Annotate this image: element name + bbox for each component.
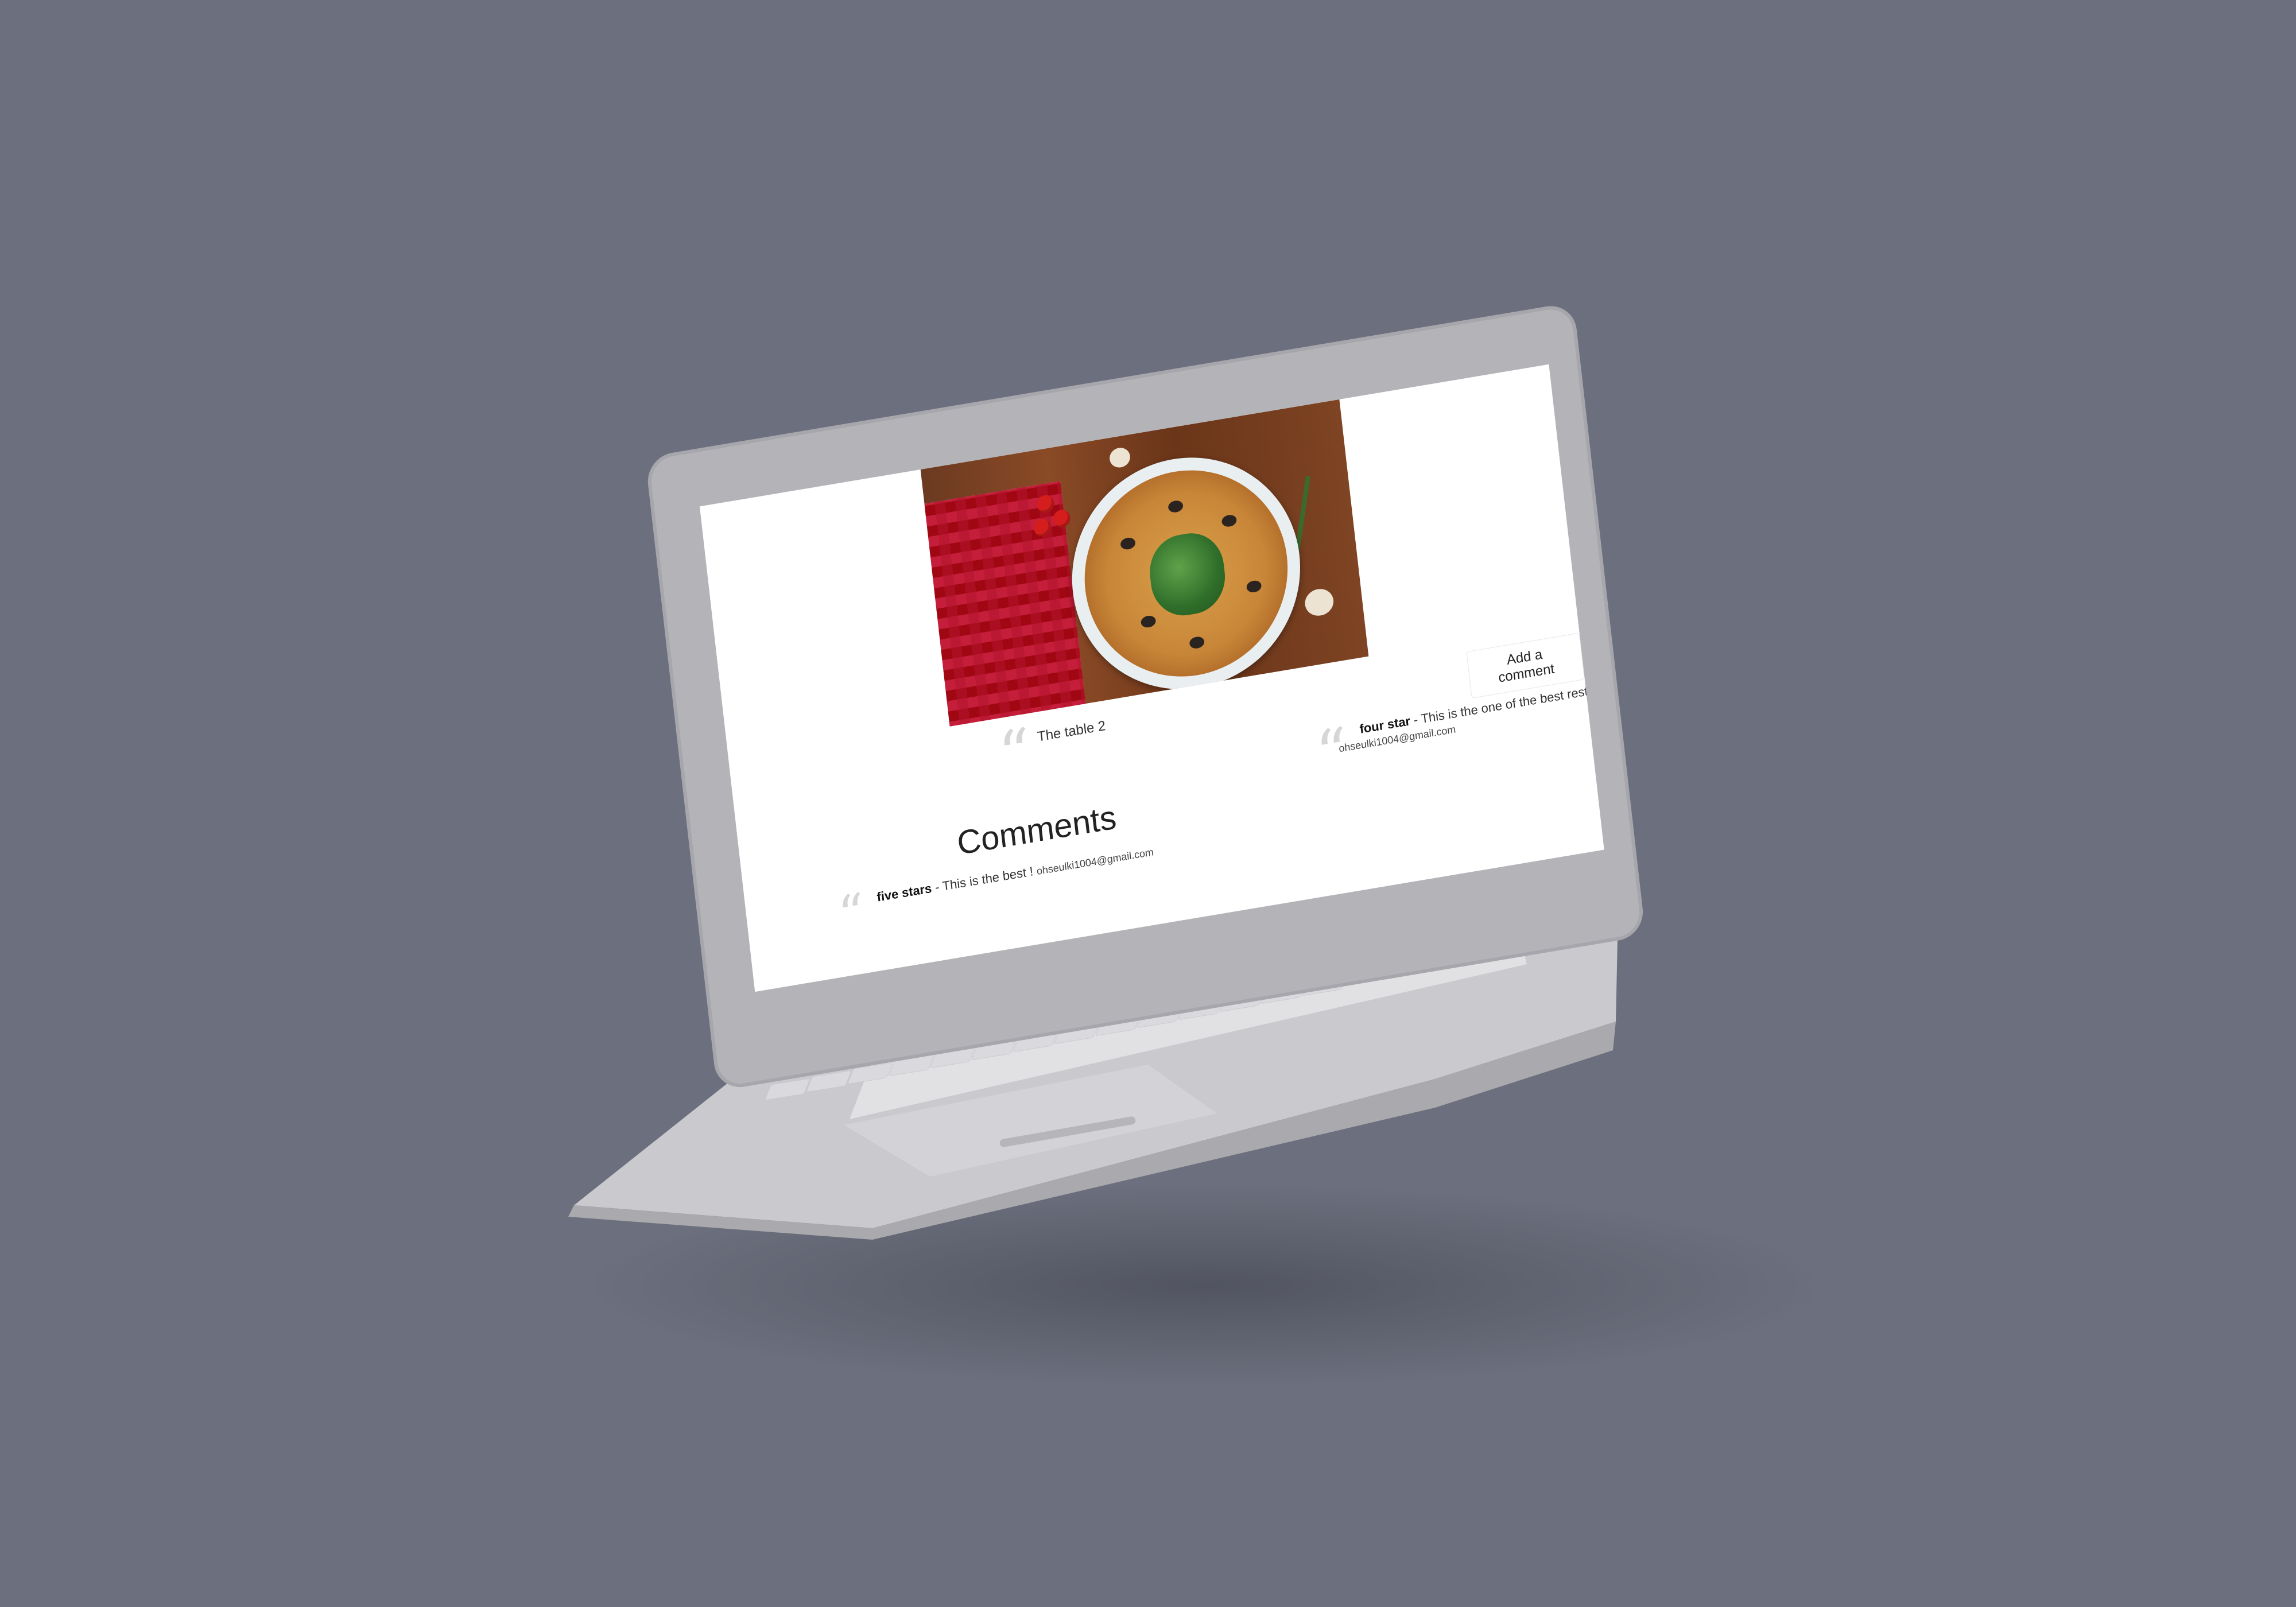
mockup-scene: “ The table 2 Add a comment Comments “ f… [0, 0, 2296, 1607]
quote-mark-icon: “ [995, 714, 1035, 793]
laptop-screen: “ The table 2 Add a comment Comments “ f… [645, 302, 1646, 1092]
image-caption: The table 2 [1036, 717, 1107, 745]
quote-mark-icon: “ [835, 882, 868, 946]
comment-email: ohseulki1004@gmail.com [1035, 846, 1154, 878]
comment-text: This is the best ! [941, 863, 1038, 894]
comment-rating: five stars [876, 880, 933, 905]
